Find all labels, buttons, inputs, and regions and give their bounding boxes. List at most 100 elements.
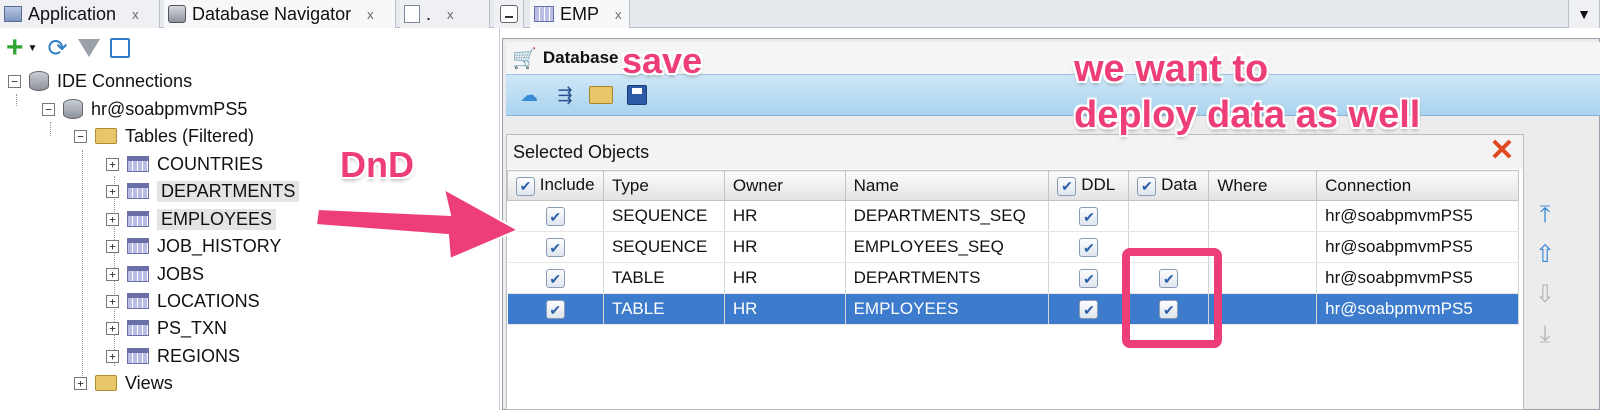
tree-table-item[interactable]: + PS_TXN bbox=[106, 315, 227, 341]
table-row-selected[interactable]: ✔ TABLE HR EMPLOYEES ✔ ✔ hr@soabpmvmPS5 bbox=[507, 293, 1519, 325]
name-cell: DEPARTMENTS_SEQ bbox=[845, 200, 1050, 232]
type-cell: SEQUENCE bbox=[603, 231, 725, 263]
tab-third[interactable]: . x bbox=[400, 0, 490, 28]
name-cell: EMPLOYEES bbox=[845, 293, 1050, 325]
tree-table-item[interactable]: + DEPARTMENTS bbox=[106, 178, 300, 204]
close-icon[interactable]: x bbox=[132, 7, 139, 22]
chevron-down-icon: ▼ bbox=[1577, 6, 1591, 22]
tab-emp[interactable]: EMP x bbox=[530, 0, 630, 28]
column-type[interactable]: Type bbox=[602, 170, 725, 201]
folder-icon bbox=[95, 128, 117, 144]
expand-icon[interactable]: + bbox=[106, 349, 119, 363]
where-cell[interactable] bbox=[1208, 293, 1318, 325]
cart-icon: 🛒 bbox=[512, 47, 537, 70]
table-row[interactable]: ✔ SEQUENCE HR DEPARTMENTS_SEQ ✔ hr@soabp… bbox=[507, 200, 1519, 232]
tree-table-item[interactable]: + LOCATIONS bbox=[106, 288, 260, 314]
owner-cell: HR bbox=[724, 200, 846, 232]
tree-ide-connections[interactable]: − IDE Connections bbox=[8, 68, 192, 94]
expand-icon[interactable]: + bbox=[106, 184, 119, 198]
collapse-icon[interactable]: − bbox=[42, 102, 55, 116]
table-row[interactable]: ✔ SEQUENCE HR EMPLOYEES_SEQ ✔ hr@soabpmv… bbox=[507, 231, 1519, 263]
close-icon[interactable]: x bbox=[367, 7, 374, 22]
table-row[interactable]: ✔ TABLE HR DEPARTMENTS ✔ ✔ hr@soabpmvmPS… bbox=[507, 262, 1519, 294]
filter-icon[interactable] bbox=[77, 39, 100, 57]
table-icon bbox=[127, 320, 149, 336]
table-icon bbox=[127, 293, 149, 309]
table-icon bbox=[127, 266, 149, 282]
expand-icon[interactable]: + bbox=[106, 294, 119, 308]
where-cell[interactable] bbox=[1208, 231, 1318, 263]
where-cell[interactable] bbox=[1208, 200, 1318, 232]
ddl-all-checkbox[interactable]: ✔ bbox=[1057, 176, 1077, 196]
ddl-checkbox[interactable]: ✔ bbox=[1079, 238, 1099, 257]
where-cell[interactable] bbox=[1208, 262, 1318, 294]
ddl-cell: ✔ bbox=[1048, 262, 1130, 294]
move-bottom-icon[interactable]: ⤓ bbox=[1530, 320, 1560, 350]
column-ddl[interactable]: ✔ DDL bbox=[1048, 170, 1130, 201]
expand-icon[interactable]: + bbox=[74, 376, 87, 390]
include-checkbox[interactable]: ✔ bbox=[545, 300, 565, 319]
save-icon[interactable] bbox=[624, 84, 650, 106]
table-icon bbox=[127, 211, 149, 227]
tab-database-navigator[interactable]: Database Navigator x bbox=[164, 0, 396, 28]
move-down-icon[interactable]: ⇩ bbox=[1530, 280, 1560, 310]
type-cell: TABLE bbox=[603, 293, 725, 325]
close-icon[interactable]: x bbox=[447, 7, 454, 22]
expand-icon[interactable]: + bbox=[106, 239, 119, 253]
table-icon bbox=[127, 238, 149, 254]
remove-icon[interactable]: ✕ bbox=[1488, 136, 1516, 166]
connections-icon bbox=[29, 71, 49, 91]
connection-cell: hr@soabpmvmPS5 bbox=[1316, 293, 1519, 325]
ddl-checkbox[interactable]: ✔ bbox=[1079, 269, 1099, 288]
expand-icon[interactable]: + bbox=[106, 212, 119, 226]
minimize-button[interactable] bbox=[494, 0, 524, 28]
deploy-icon[interactable]: ⇶ bbox=[552, 84, 578, 106]
open-folder-icon[interactable] bbox=[588, 84, 614, 106]
ddl-cell: ✔ bbox=[1048, 293, 1130, 325]
tree-table-item[interactable]: + REGIONS bbox=[106, 343, 240, 369]
deploy-annotation-line1: we want to bbox=[1074, 48, 1269, 90]
include-checkbox[interactable]: ✔ bbox=[545, 269, 565, 288]
tab-application[interactable]: Application x bbox=[0, 0, 160, 28]
include-cell: ✔ bbox=[507, 262, 604, 294]
table-icon bbox=[127, 183, 149, 199]
save-annotation: save bbox=[622, 40, 703, 81]
include-checkbox[interactable]: ✔ bbox=[545, 238, 565, 257]
ddl-checkbox[interactable]: ✔ bbox=[1079, 207, 1099, 226]
collapse-icon[interactable]: − bbox=[8, 74, 21, 88]
expand-icon[interactable]: + bbox=[106, 157, 119, 171]
chevron-down-icon[interactable]: ▼ bbox=[28, 43, 38, 54]
column-where[interactable]: Where bbox=[1208, 170, 1318, 201]
collapse-icon[interactable]: − bbox=[74, 129, 87, 143]
tree-table-item[interactable]: + EMPLOYEES bbox=[106, 206, 277, 232]
column-name[interactable]: Name bbox=[844, 170, 1050, 201]
tree-table-item[interactable]: + COUNTRIES bbox=[106, 151, 263, 177]
tree-table-item[interactable]: + JOBS bbox=[106, 261, 204, 287]
ddl-checkbox[interactable]: ✔ bbox=[1079, 300, 1099, 319]
close-icon[interactable]: x bbox=[615, 7, 622, 22]
data-all-checkbox[interactable]: ✔ bbox=[1137, 176, 1157, 196]
connection-cell: hr@soabpmvmPS5 bbox=[1316, 231, 1519, 263]
expand-icon[interactable]: + bbox=[106, 321, 119, 335]
include-checkbox[interactable]: ✔ bbox=[545, 207, 565, 226]
column-data[interactable]: ✔ Data bbox=[1128, 170, 1210, 201]
add-icon[interactable]: + bbox=[6, 33, 24, 63]
column-owner[interactable]: Owner bbox=[723, 170, 846, 201]
move-top-icon[interactable]: ⤒ bbox=[1530, 200, 1560, 230]
move-up-icon[interactable]: ⇧ bbox=[1530, 240, 1560, 270]
owner-cell: HR bbox=[724, 262, 846, 294]
column-connection[interactable]: Connection bbox=[1316, 170, 1519, 201]
data-column-highlight bbox=[1122, 248, 1222, 348]
tree-table-item[interactable]: + JOB_HISTORY bbox=[106, 233, 281, 259]
refresh-icon[interactable]: ⟳ bbox=[47, 34, 67, 63]
collapse-all-icon[interactable] bbox=[109, 38, 130, 58]
tree-views-folder[interactable]: + Views bbox=[74, 370, 173, 396]
drag-arrow-annotation bbox=[314, 187, 521, 261]
tree-connection[interactable]: − hr@soabpmvmPS5 bbox=[42, 96, 247, 122]
cloud-icon[interactable]: ☁ bbox=[516, 84, 542, 106]
tree-tables-folder[interactable]: − Tables (Filtered) bbox=[74, 123, 254, 149]
tab-list-button[interactable]: ▼ bbox=[1568, 0, 1600, 28]
database-icon bbox=[63, 99, 83, 119]
expand-icon[interactable]: + bbox=[106, 267, 119, 281]
selected-objects-table: ✔ Include Type Owner Name ✔ DDL ✔ Data W… bbox=[507, 170, 1519, 325]
